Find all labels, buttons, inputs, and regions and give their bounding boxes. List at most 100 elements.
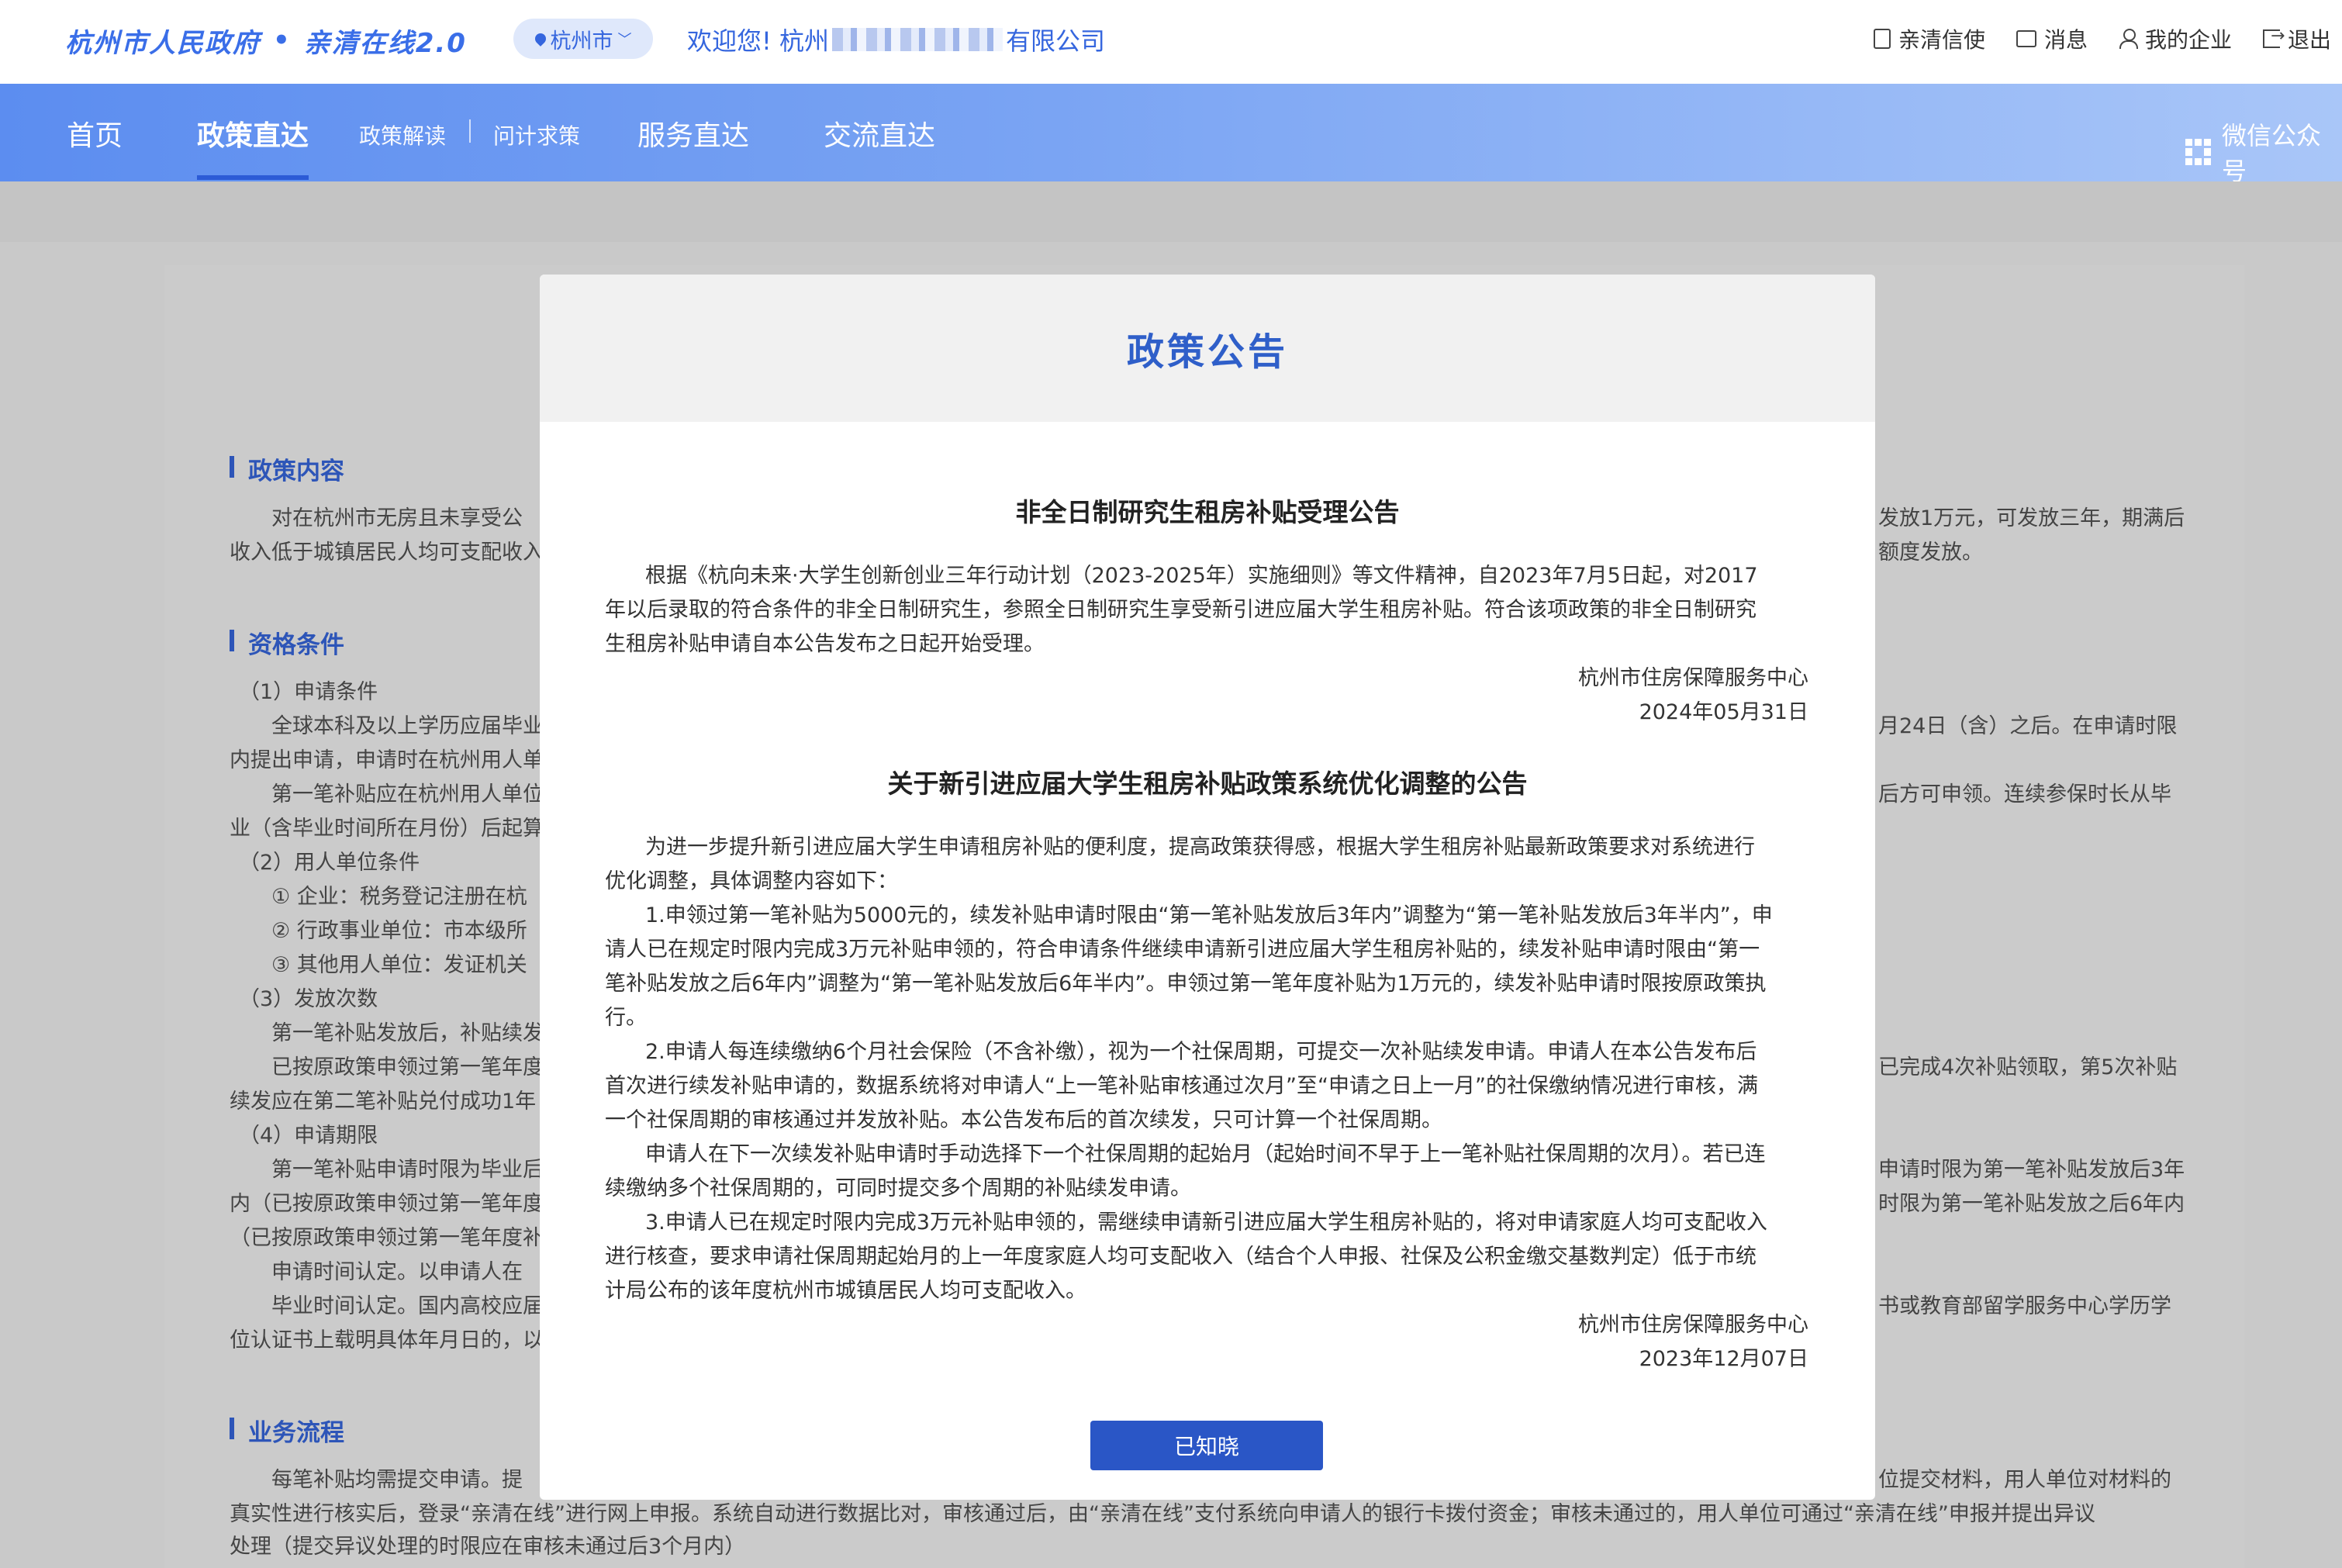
top-header: 杭州市人民政府 • 亲清在线2.0 杭州市 ﹀ 欢迎您! 杭州 有限公司 亲清信…	[0, 0, 2342, 84]
notice-signature: 杭州市住房保障服务中心	[1578, 666, 1808, 690]
book-icon	[1873, 29, 1891, 49]
eligibility-line: 内提出申请，申请时在杭州用人单	[230, 748, 544, 772]
eligibility-line: （已按原政策申领过第一笔年度补	[230, 1226, 544, 1250]
workflow-line: 位提交材料，用人单位对材料的	[1878, 1468, 2171, 1492]
my-company-label: 我的企业	[2144, 27, 2232, 53]
notice-paragraph-line: 生租房补贴申请自本公告发布之日起开始受理。	[605, 632, 1045, 656]
modal-header: 政策公告	[540, 275, 1875, 422]
notice-paragraph-line: 进行核查，要求申请社保周期起始月的上一年度家庭人均可支配收入（结合个人申报、社保…	[605, 1245, 1756, 1269]
section-title-workflow: 业务流程	[230, 1413, 344, 1448]
acknowledge-button[interactable]: 已知晓	[1090, 1421, 1323, 1470]
eligibility-line: 已完成4次补贴领取，第5次补贴	[1878, 1055, 2178, 1079]
notice-signature: 杭州市住房保障服务中心	[1578, 1313, 1808, 1337]
eligibility-line: （4）申请期限	[239, 1124, 378, 1148]
eligibility-line: 位认证书上载明具体年月日的，以	[230, 1328, 544, 1352]
messages-link[interactable]: 消息	[2016, 23, 2088, 54]
notice-paragraph-line: 续缴纳多个社保周期的，可同时提交多个周期的补贴续发申请。	[605, 1176, 1191, 1200]
location-pin-icon	[532, 31, 548, 47]
notice-paragraph-line: 根据《杭向未来·大学生创新创业三年行动计划（2023-2025年）实施细则》等文…	[645, 564, 1758, 588]
welcome-suffix: 有限公司	[1006, 26, 1106, 56]
notice-paragraph-line: 笔补贴发放之后6年内”调整为“第一笔补贴发放后6年半内”。申领过第一笔年度补贴为…	[605, 972, 1767, 996]
policy-content-line: 收入低于城镇居民人均可支配收入	[230, 541, 544, 565]
notice-paragraph-line: 一个社保周期的审核通过并发放补贴。本公告发布后的首次续发，只可计算一个社保周期。	[605, 1108, 1442, 1132]
page-spacer	[0, 181, 2342, 242]
notice-title: 关于新引进应届大学生租房补贴政策系统优化调整的公告	[887, 768, 1528, 799]
nav-exchange[interactable]: 交流直达	[824, 113, 935, 154]
header-actions: 亲清信使 消息 我的企业 退出	[1873, 23, 2342, 54]
nav-service[interactable]: 服务直达	[637, 113, 749, 154]
policy-content-line: 对在杭州市无房且未享受公	[271, 506, 523, 530]
policy-announcement-modal: 政策公告 非全日制研究生租房补贴受理公告 根据《杭向未来·大学生创新创业三年行动…	[540, 275, 1875, 1500]
brand-separator: •	[273, 25, 292, 56]
policy-content-line: 发放1万元，可发放三年，期满后	[1878, 506, 2185, 530]
redacted-company-name	[832, 28, 1003, 51]
my-company-link[interactable]: 我的企业	[2119, 23, 2232, 54]
brand-gov-name: 杭州市人民政府	[65, 27, 261, 59]
nav-active-indicator	[197, 175, 309, 180]
workflow-line: 每笔补贴均需提交申请。提	[271, 1468, 523, 1492]
eligibility-line: 第一笔补贴申请时限为毕业后	[271, 1158, 544, 1182]
notice-date: 2024年05月31日	[1639, 700, 1808, 724]
eligibility-line: 申请时间认定。以申请人在	[271, 1260, 523, 1284]
notice-paragraph-line: 请人已在规定时限内完成3万元补贴申领的，符合申请条件继续申请新引进应届大学生租房…	[605, 938, 1760, 962]
notice-date: 2023年12月07日	[1639, 1347, 1808, 1371]
nav-policy-interpret[interactable]: 政策解读	[359, 119, 446, 150]
logout-label: 退出	[2287, 27, 2331, 53]
eligibility-line: ② 行政事业单位：市本级所	[271, 919, 527, 943]
notice-paragraph-line: 为进一步提升新引进应届大学生申请租房补贴的便利度，提高政策获得感，根据大学生租房…	[645, 835, 1755, 859]
notice-paragraph-line: 3.申请人已在规定时限内完成3万元补贴申领的，需继续申请新引进应届大学生租房补贴…	[645, 1211, 1767, 1235]
eligibility-line: 已按原政策申领过第一笔年度	[271, 1055, 544, 1079]
eligibility-line: 第一笔补贴应在杭州用人单位	[271, 782, 544, 806]
qr-code-icon	[2185, 139, 2211, 165]
section-title-policy-content: 政策内容	[230, 451, 344, 486]
wechat-label: 微信公众号	[2221, 121, 2321, 186]
eligibility-line: （3）发放次数	[239, 987, 378, 1011]
eligibility-line: （2）用人单位条件	[239, 851, 420, 875]
site-logo[interactable]: 杭州市人民政府 • 亲清在线2.0	[65, 16, 467, 65]
eligibility-line: 续发应在第二笔补贴兑付成功1年	[230, 1090, 537, 1114]
notice-paragraph-line: 首次进行续发补贴申请的，数据系统将对申请人“上一笔补贴审核通过次月”至“申请之日…	[605, 1074, 1758, 1098]
logout-icon	[2262, 26, 2285, 48]
nav-policy-ask[interactable]: 问计求策	[493, 119, 580, 150]
policy-content-line: 额度发放。	[1878, 541, 1983, 565]
notice-paragraph-line: 优化调整，具体调整内容如下：	[605, 869, 898, 893]
eligibility-line: 毕业时间认定。国内高校应届	[271, 1294, 544, 1318]
eligibility-line: 后方可申领。连续参保时长从毕	[1878, 782, 2171, 806]
messages-label: 消息	[2043, 27, 2088, 53]
qinqing-messenger-label: 亲清信使	[1898, 27, 1985, 53]
eligibility-line: ③ 其他用人单位：发证机关	[271, 953, 527, 977]
notice-paragraph-line: 年以后录取的符合条件的非全日制研究生，参照全日制研究生享受新引进应届大学生租房补…	[605, 598, 1756, 622]
welcome-prefix: 欢迎您! 杭州	[687, 26, 830, 56]
workflow-line: 处理（提交异议处理的时限应在审核未通过后3个月内）	[230, 1535, 746, 1559]
notice-paragraph-line: 1.申领过第一笔补贴为5000元的，续发补贴申请时限由“第一笔补贴发放后3年内”…	[645, 903, 1773, 927]
nav-policy[interactable]: 政策直达	[197, 113, 309, 154]
city-selector[interactable]: 杭州市 ﹀	[513, 19, 653, 59]
eligibility-line: 书或教育部留学服务中心学历学	[1878, 1294, 2171, 1318]
notice-paragraph-line: 2.申请人每连续缴纳6个月社会保险（不含补缴），视为一个社保周期，可提交一次补贴…	[645, 1040, 1757, 1064]
chevron-down-icon: ﹀	[617, 32, 632, 48]
qinqing-messenger-link[interactable]: 亲清信使	[1873, 23, 1985, 54]
message-icon	[2016, 30, 2036, 47]
workflow-line: 真实性进行核实后，登录“亲清在线”进行网上申报。系统自动进行数据比对，审核通过后…	[230, 1502, 2095, 1526]
nav-home[interactable]: 首页	[67, 113, 123, 154]
city-label: 杭州市	[550, 29, 613, 54]
brand-product-name: 亲清在线2.0	[303, 27, 467, 59]
eligibility-line: 第一笔补贴发放后，补贴续发	[271, 1021, 544, 1045]
eligibility-line: 内（已按原政策申领过第一笔年度	[230, 1192, 544, 1216]
modal-title: 政策公告	[1126, 330, 1288, 374]
eligibility-line: 全球本科及以上学历应届毕业	[271, 714, 544, 738]
eligibility-line: 申请时限为第一笔补贴发放后3年	[1878, 1158, 2185, 1182]
notice-title: 非全日制研究生租房补贴受理公告	[1015, 497, 1400, 527]
notice-paragraph-line: 计局公布的该年度杭州市城镇居民人均可支配收入。	[605, 1279, 1086, 1303]
eligibility-line: 时限为第一笔补贴发放之后6年内	[1878, 1192, 2185, 1216]
nav-divider	[469, 119, 471, 143]
eligibility-line: ① 企业：税务登记注册在杭	[271, 885, 527, 909]
wechat-official-account[interactable]: 微信公众号	[2185, 116, 2342, 188]
notice-paragraph-line: 申请人在下一次续发补贴申请时手动选择下一个社保周期的起始月（起始时间不早于上一笔…	[645, 1142, 1766, 1166]
notice-paragraph-line: 行。	[605, 1006, 647, 1030]
main-nav: 首页 政策直达 政策解读 问计求策 服务直达 交流直达 微信公众号	[0, 84, 2342, 186]
user-icon	[2119, 29, 2138, 49]
eligibility-line: 业（含毕业时间所在月份）后起算	[230, 817, 544, 841]
logout-link[interactable]: 退出	[2262, 23, 2331, 54]
welcome-message: 欢迎您! 杭州 有限公司	[687, 22, 1105, 57]
